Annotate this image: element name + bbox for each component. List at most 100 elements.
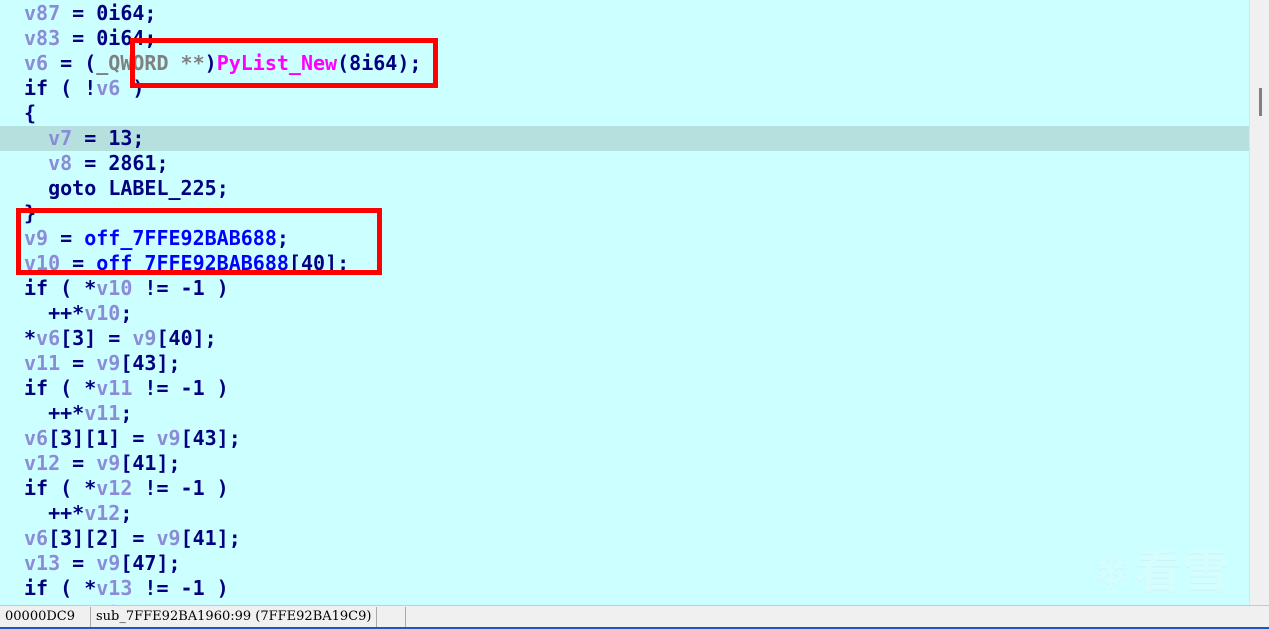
status-bar: 00000DC9 sub_7FFE92BA1960:99 (7FFE92BA19…: [0, 605, 1269, 629]
code-token-dataref: off_7FFE92BAB688: [96, 251, 289, 275]
code-token-var: v12: [84, 501, 121, 525]
code-token-var: v10: [96, 276, 133, 300]
code-token-var: v11: [84, 401, 121, 425]
code-token-func: PyList_New: [216, 51, 338, 75]
code-token-var: v6: [24, 526, 49, 550]
code-line[interactable]: {: [0, 101, 1249, 126]
code-token-punct: ;: [216, 176, 229, 200]
code-line[interactable]: if ( *v13 != -1 ): [0, 576, 1249, 601]
code-line[interactable]: if ( !v6 ): [0, 76, 1249, 101]
code-line[interactable]: v10 = off_7FFE92BAB688[40];: [0, 251, 1249, 276]
code-line[interactable]: v6[3][1] = v9[43];: [0, 426, 1249, 451]
code-token-punct: );: [397, 51, 422, 75]
pseudocode-text-area[interactable]: v87 = 0i64; v83 = 0i64; v6 = (_QWORD **)Py…: [0, 0, 1249, 605]
code-line[interactable]: ++*v11;: [0, 401, 1249, 426]
code-token-var: v12: [96, 476, 133, 500]
code-token-var: v9: [96, 551, 121, 575]
code-line[interactable]: goto LABEL_225;: [0, 176, 1249, 201]
status-address: 00000DC9: [0, 606, 91, 627]
code-line[interactable]: v9 = off_7FFE92BAB688;: [0, 226, 1249, 251]
ida-pseudocode-window: v87 = 0i64; v83 = 0i64; v6 = (_QWORD **)Py…: [0, 0, 1269, 629]
code-token-key: if: [24, 576, 49, 600]
code-token-punct: ( *: [48, 576, 97, 600]
code-line[interactable]: v6[3][2] = v9[41];: [0, 526, 1249, 551]
code-token-punct: =: [48, 226, 85, 250]
code-token-var: v6: [36, 326, 61, 350]
code-token-punct: [24, 151, 48, 175]
code-token-punct: [96, 176, 108, 200]
code-token-punct: ( *: [48, 376, 97, 400]
code-token-var: v7: [48, 126, 73, 150]
code-token-punct: [43];: [120, 351, 181, 375]
code-token-punct: [41];: [180, 526, 241, 550]
code-token-punct: ;: [144, 26, 157, 50]
code-token-punct: ++*: [24, 401, 85, 425]
code-token-punct: ;: [120, 401, 133, 425]
status-location: sub_7FFE92BA1960:99 (7FFE92BA19C9): [91, 606, 378, 627]
code-line[interactable]: if ( *v11 != -1 ): [0, 376, 1249, 401]
code-token-punct: [3] =: [60, 326, 133, 350]
code-token-punct: [24, 126, 48, 150]
code-token-punct: [41];: [120, 451, 181, 475]
code-line[interactable]: v8 = 2861;: [0, 151, 1249, 176]
code-token-punct: [3][1] =: [48, 426, 157, 450]
code-token-punct: =: [60, 451, 97, 475]
code-token-punct: =: [60, 351, 97, 375]
code-token-punct: ;: [120, 501, 133, 525]
code-token-type: _QWORD **: [96, 51, 205, 75]
code-token-punct: ): [120, 76, 145, 100]
code-line[interactable]: v13 = v9[47];: [0, 551, 1249, 576]
status-cell-3: [377, 606, 407, 627]
code-token-num: 13: [108, 126, 133, 150]
code-token-punct: ;: [120, 301, 133, 325]
code-line-list: v87 = 0i64; v83 = 0i64; v6 = (_QWORD **)Py…: [0, 0, 1249, 605]
code-token-num: 2861: [108, 151, 157, 175]
code-line[interactable]: if ( *v12 != -1 ): [0, 476, 1249, 501]
code-token-punct: [24, 176, 48, 200]
code-token-punct: ++*: [24, 501, 85, 525]
code-token-label: LABEL_225: [108, 176, 217, 200]
vertical-scroll-thumb[interactable]: [1259, 88, 1262, 116]
code-line[interactable]: ++*v10;: [0, 301, 1249, 326]
code-token-punct: }: [24, 201, 37, 225]
code-line[interactable]: v11 = v9[43];: [0, 351, 1249, 376]
code-line[interactable]: if ( *v10 != -1 ): [0, 276, 1249, 301]
code-token-punct: [47];: [120, 551, 181, 575]
code-token-var: v12: [24, 451, 61, 475]
code-token-punct: [40];: [156, 326, 217, 350]
code-token-punct: =: [60, 551, 97, 575]
code-token-punct: ): [204, 51, 217, 75]
code-token-punct: =: [60, 1, 97, 25]
code-token-var: v6: [24, 426, 49, 450]
code-token-var: v6: [96, 76, 121, 100]
code-token-punct: ++*: [24, 301, 85, 325]
code-line[interactable]: ++*v12;: [0, 501, 1249, 526]
code-token-punct: != -1 ): [132, 476, 229, 500]
code-token-punct: [43];: [180, 426, 241, 450]
code-token-punct: ;: [144, 1, 157, 25]
code-token-punct: = (: [48, 51, 97, 75]
code-token-var: v11: [24, 351, 61, 375]
code-token-dataref: off_7FFE92BAB688: [84, 226, 277, 250]
code-line[interactable]: *v6[3] = v9[40];: [0, 326, 1249, 351]
code-token-punct: {: [24, 101, 37, 125]
code-line[interactable]: v12 = v9[41];: [0, 451, 1249, 476]
code-token-key: if: [24, 476, 49, 500]
code-token-punct: [3][2] =: [48, 526, 157, 550]
code-line[interactable]: }: [0, 201, 1249, 226]
code-token-punct: =: [60, 26, 97, 50]
code-token-key: if: [24, 76, 49, 100]
code-token-key: goto: [48, 176, 97, 200]
code-line[interactable]: v87 = 0i64;: [0, 1, 1249, 26]
code-token-var: v10: [84, 301, 121, 325]
code-token-var: v9: [156, 426, 181, 450]
code-line[interactable]: v7 = 13;: [0, 126, 1249, 151]
code-line[interactable]: v83 = 0i64;: [0, 26, 1249, 51]
code-token-var: v9: [156, 526, 181, 550]
code-token-var: v9: [96, 451, 121, 475]
code-token-punct: != -1 ): [132, 576, 229, 600]
vertical-scrollbar[interactable]: [1249, 0, 1269, 605]
code-line[interactable]: v6 = (_QWORD **)PyList_New(8i64);: [0, 51, 1249, 76]
code-token-punct: =: [72, 126, 109, 150]
code-token-var: v83: [24, 26, 61, 50]
